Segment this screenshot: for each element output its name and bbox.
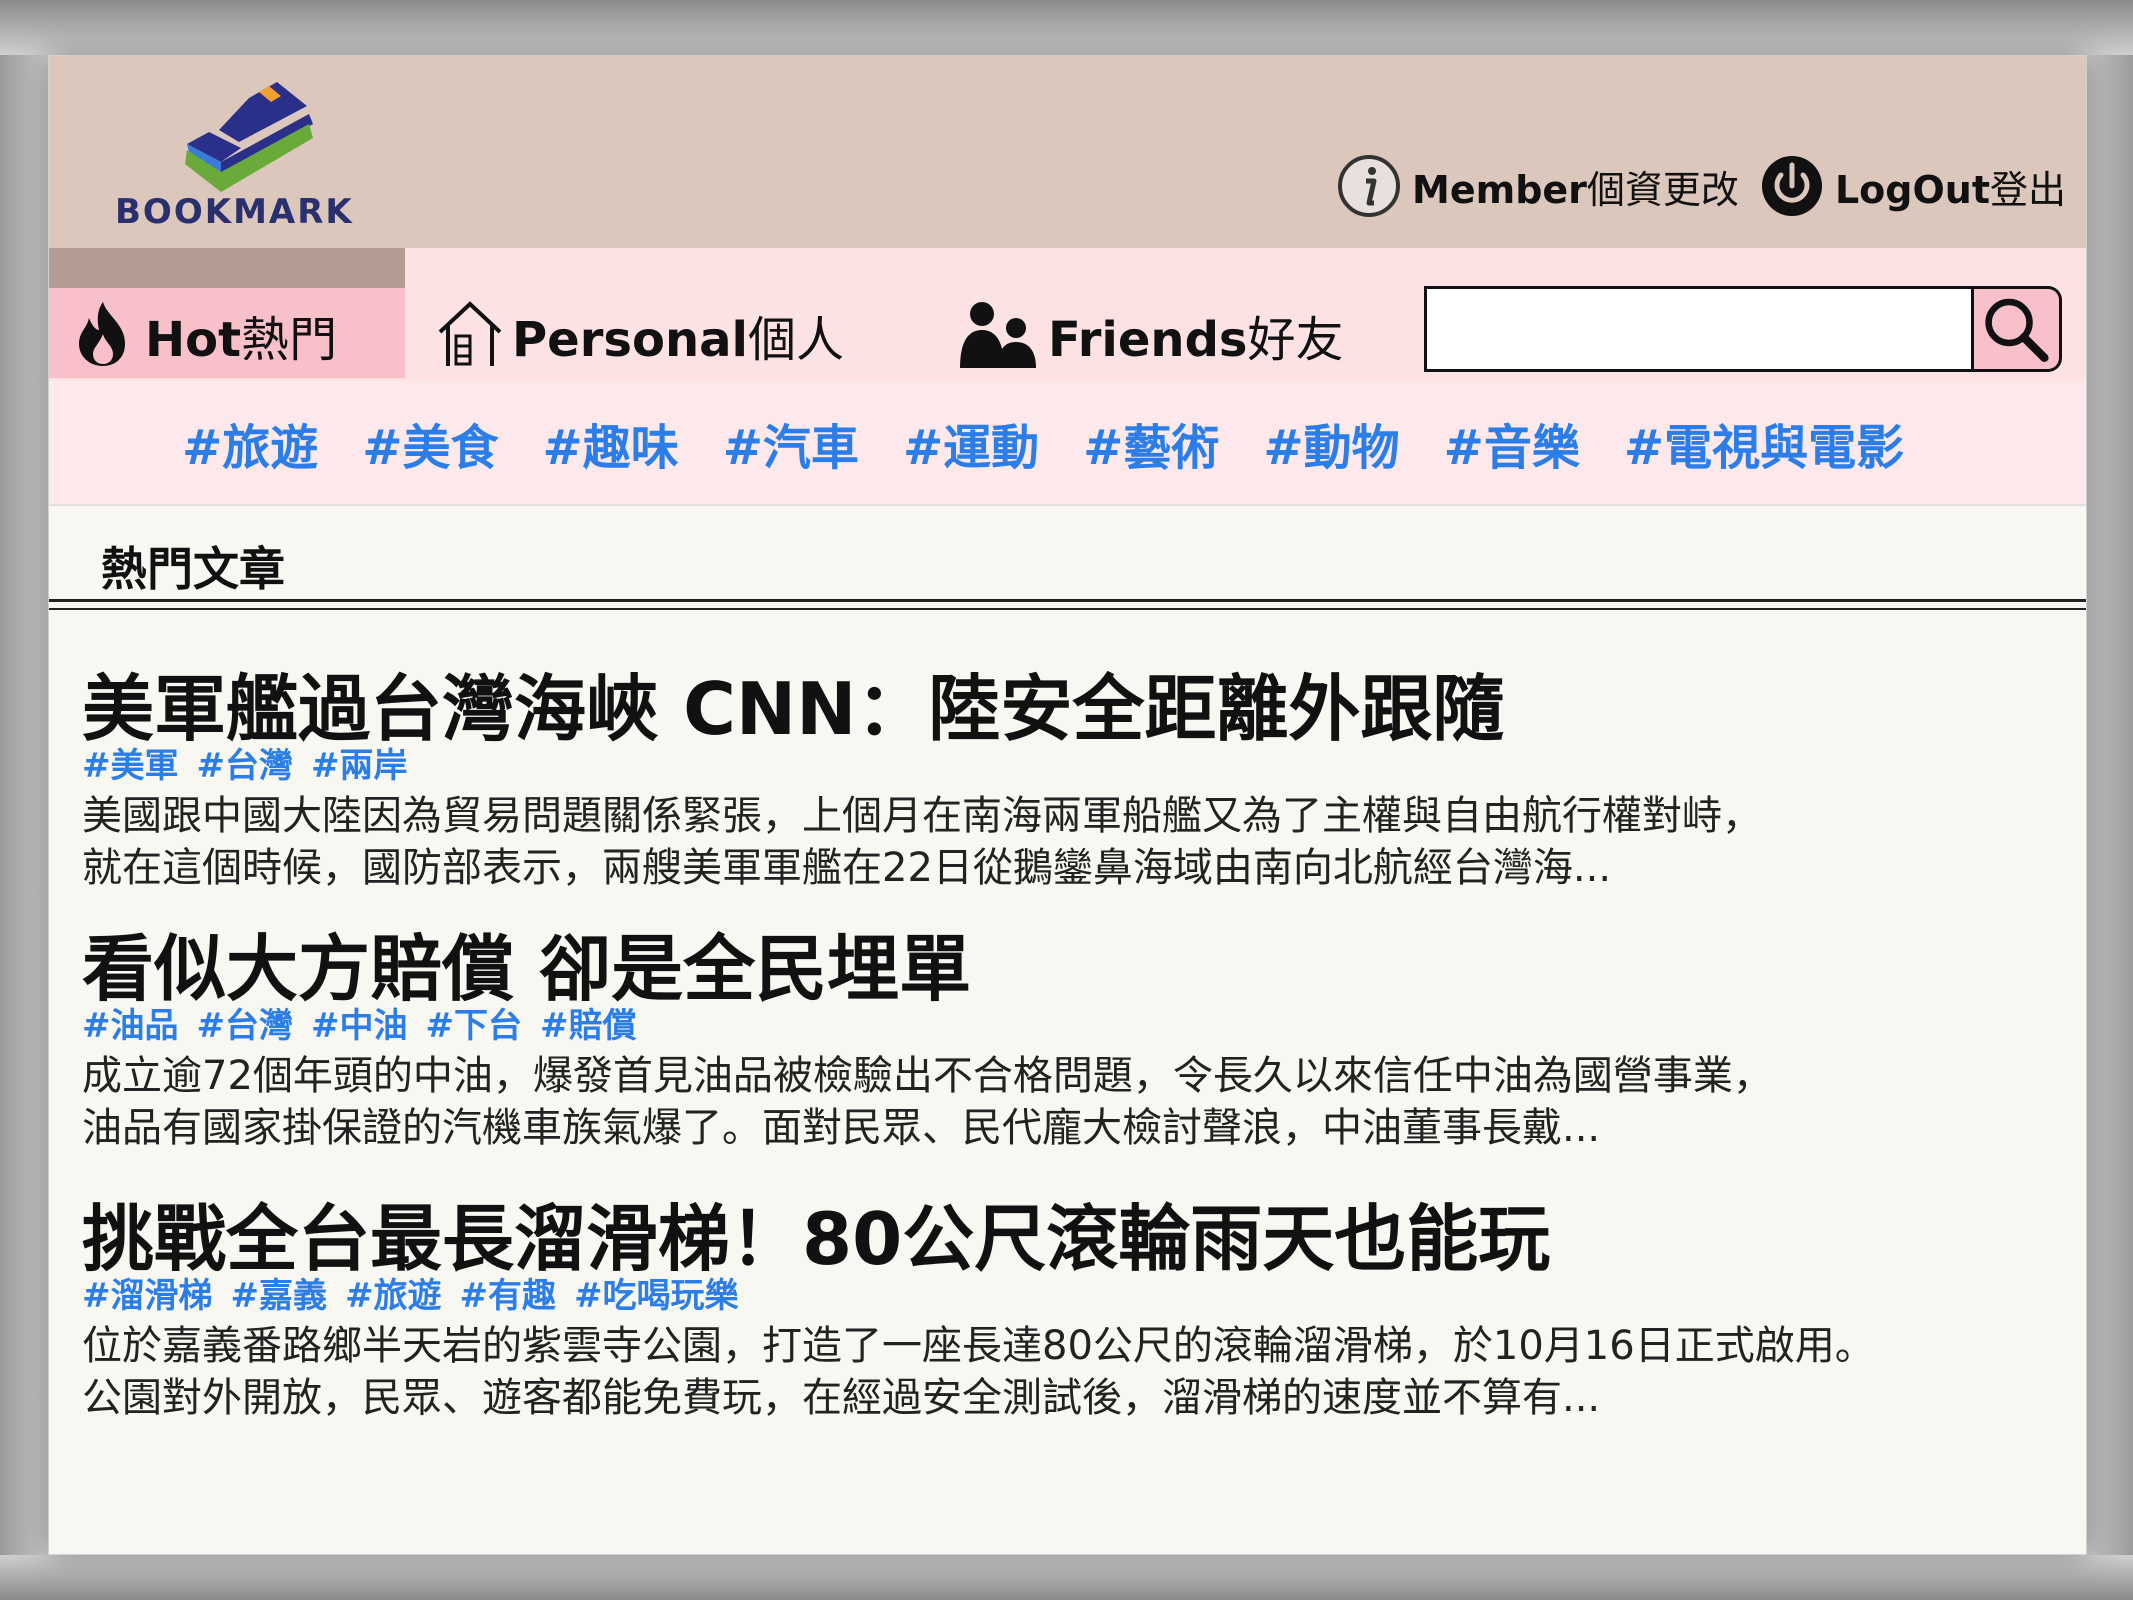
summary-line: 位於嘉義番路鄉半天岩的紫雲寺公園，打造了一座長達80公尺的滾輪溜滑梯，於10月1… [82, 1323, 1875, 1369]
article-tag[interactable]: #賠償 [540, 1006, 637, 1046]
backdrop-bottom [0, 1555, 2133, 1600]
article-tag[interactable]: #台灣 [197, 746, 294, 786]
summary-line: 油品有國家掛保證的汽機車族氣爆了。面對民眾、民代龐大檢討聲浪，中油董事長戴... [82, 1105, 1601, 1151]
tab-personal[interactable]: Personal個人 [434, 248, 844, 378]
info-icon [1338, 155, 1401, 217]
tab-friends[interactable]: Friends好友 [954, 248, 1344, 378]
tag-art[interactable]: #藝術 [1083, 408, 1219, 478]
article-summary: 位於嘉義番路鄉半天岩的紫雲寺公園，打造了一座長達80公尺的滾輪溜滑梯，於10月1… [82, 1320, 2062, 1424]
article-item: 挑戰全台最長溜滑梯！80公尺滾輪雨天也能玩 #溜滑梯 #嘉義 #旅遊 #有趣 #… [82, 1198, 2062, 1424]
member-link[interactable]: Member個資更改 [1336, 153, 1739, 219]
main-nav: Hot熱門 Personal個人 Friends好友 [49, 248, 2086, 381]
logo-text: BOOKMARK [115, 192, 354, 232]
logout-link[interactable]: LogOut登出 [1759, 153, 2066, 219]
app-window: BOOKMARK Member個資更改 LogOut登出 Hot熱門 Perso… [48, 55, 2087, 1555]
user-links: Member個資更改 LogOut登出 [1316, 151, 2066, 221]
tag-animals[interactable]: #動物 [1263, 408, 1399, 478]
article-item: 看似大方賠償 卻是全民埋單 #油品 #台灣 #中油 #下台 #賠償 成立逾72個… [82, 928, 2062, 1154]
tag-music[interactable]: #音樂 [1444, 408, 1580, 478]
article-summary: 美國跟中國大陸因為貿易問題關係緊張，上個月在南海兩軍船艦又為了主權與自由航行權對… [82, 790, 2062, 894]
tag-fun[interactable]: #趣味 [542, 408, 678, 478]
search-button[interactable] [1974, 286, 2062, 372]
power-icon [1761, 156, 1822, 216]
article-title[interactable]: 看似大方賠償 卻是全民埋單 [82, 928, 2062, 1010]
tag-cars[interactable]: #汽車 [723, 408, 859, 478]
article-tag[interactable]: #旅遊 [345, 1276, 442, 1316]
article-title[interactable]: 挑戰全台最長溜滑梯！80公尺滾輪雨天也能玩 [82, 1198, 2062, 1280]
article-tag[interactable]: #吃喝玩樂 [574, 1276, 739, 1316]
divider [49, 599, 2086, 602]
section-title: 熱門文章 [101, 542, 285, 596]
summary-line: 成立逾72個年頭的中油，爆發首見油品被檢驗出不合格問題，令長久以來信任中油為國營… [82, 1053, 1773, 1099]
tab-friends-label: Friends好友 [1048, 312, 1344, 368]
article-item: 美軍艦過台灣海峽 CNN：陸安全距離外跟隨 #美軍 #台灣 #兩岸 美國跟中國大… [82, 668, 2062, 894]
article-tags: #溜滑梯 #嘉義 #旅遊 #有趣 #吃喝玩樂 [82, 1276, 2062, 1316]
article-tag[interactable]: #中油 [311, 1006, 408, 1046]
member-label: Member個資更改 [1412, 167, 1739, 212]
tab-personal-label: Personal個人 [512, 312, 844, 368]
article-tag[interactable]: #油品 [82, 1006, 179, 1046]
article-tag[interactable]: #台灣 [197, 1006, 294, 1046]
tag-sports[interactable]: #運動 [903, 408, 1039, 478]
summary-line: 美國跟中國大陸因為貿易問題關係緊張，上個月在南海兩軍船艦又為了主權與自由航行權對… [82, 793, 1762, 839]
people-icon [960, 302, 1036, 368]
article-summary: 成立逾72個年頭的中油，爆發首見油品被檢驗出不合格問題，令長久以來信任中油為國營… [82, 1050, 2062, 1154]
backdrop-top [0, 0, 2133, 55]
article-tag[interactable]: #嘉義 [231, 1276, 328, 1316]
divider [49, 608, 2086, 610]
tag-travel[interactable]: #旅遊 [182, 408, 318, 478]
tab-hot[interactable]: Hot熱門 [49, 248, 405, 378]
flame-icon [79, 302, 125, 366]
summary-line: 公園對外開放，民眾、遊客都能免費玩，在經過安全測試後，溜滑梯的速度並不算有... [82, 1375, 1601, 1421]
article-tag[interactable]: #溜滑梯 [82, 1276, 213, 1316]
magnifier-icon [1985, 298, 2049, 363]
summary-line: 就在這個時候，國防部表示，兩艘美軍軍艦在22日從鵝鑾鼻海域由南向北航經台灣海..… [82, 845, 1612, 891]
article-tags: #美軍 #台灣 #兩岸 [82, 746, 2062, 786]
tab-hot-label: Hot熱門 [145, 312, 338, 368]
category-tags: #旅遊 #美食 #趣味 #汽車 #運動 #藝術 #動物 #音樂 #電視與電影 [49, 381, 2086, 506]
article-title[interactable]: 美軍艦過台灣海峽 CNN：陸安全距離外跟隨 [82, 668, 2062, 750]
tag-tv-movies[interactable]: #電視與電影 [1624, 408, 1904, 478]
logout-label: LogOut登出 [1834, 167, 2066, 212]
house-icon [438, 301, 502, 366]
article-tags: #油品 #台灣 #中油 #下台 #賠償 [82, 1006, 2062, 1046]
header: BOOKMARK Member個資更改 LogOut登出 [49, 56, 2086, 248]
tag-food[interactable]: #美食 [362, 408, 498, 478]
article-tag[interactable]: #美軍 [82, 746, 179, 786]
article-tag[interactable]: #有趣 [460, 1276, 557, 1316]
article-tag[interactable]: #下台 [426, 1006, 523, 1046]
search-input[interactable] [1424, 286, 1974, 372]
article-tag[interactable]: #兩岸 [311, 746, 408, 786]
